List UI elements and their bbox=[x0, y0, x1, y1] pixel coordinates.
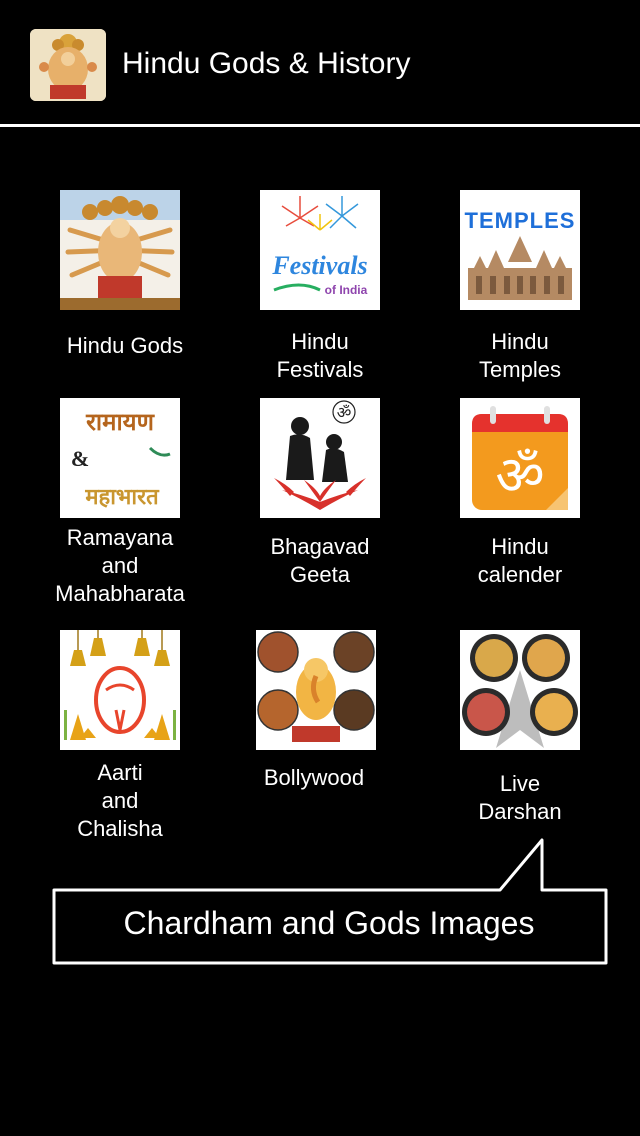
tile-hindu-gods[interactable]: Hindu Gods bbox=[20, 190, 220, 370]
hindu-gods-image bbox=[60, 190, 180, 310]
app-title: Hindu Gods & History bbox=[122, 47, 411, 80]
mahabharat-text: महाभारत bbox=[84, 485, 160, 510]
festivals-of-india-image: Festivals of India bbox=[260, 190, 380, 310]
tile-label: Bollywood bbox=[263, 765, 365, 790]
tile-ramayana-mahabharata[interactable]: रामायण & महाभारत Ramayana and Mahabharat… bbox=[20, 398, 220, 608]
tile-bollywood[interactable]: Bollywood bbox=[214, 630, 414, 810]
app-header: Hindu Gods & History bbox=[0, 0, 640, 126]
calendar-om-text: ॐ bbox=[495, 444, 544, 507]
header-divider bbox=[0, 124, 640, 127]
festivals-sub-text: of India bbox=[325, 283, 368, 297]
tile-bhagavad-geeta[interactable]: ॐ Bhagavad Geeta bbox=[220, 398, 420, 588]
temples-image: TEMPLES bbox=[460, 190, 580, 310]
ramayana-text: रामायण bbox=[85, 408, 156, 436]
tile-label: Hindu calender bbox=[477, 534, 563, 587]
live-darshan-collage-image bbox=[460, 630, 580, 750]
tile-label: Hindu Gods bbox=[66, 333, 184, 358]
app-logo-icon bbox=[30, 29, 106, 101]
tile-label: Aarti and Chalisha bbox=[77, 760, 163, 841]
tile-live-darshan[interactable]: Live Darshan bbox=[420, 630, 620, 824]
bollywood-collage-image bbox=[256, 630, 376, 750]
geeta-om-text: ॐ bbox=[337, 403, 352, 422]
om-calendar-image: ॐ bbox=[460, 398, 580, 518]
ramayana-mahabharata-image: रामायण & महाभारत bbox=[60, 398, 180, 518]
tile-label: Hindu Festivals bbox=[276, 329, 364, 382]
tile-label: Hindu Temples bbox=[479, 329, 561, 382]
tile-label: Live Darshan bbox=[478, 771, 562, 824]
tile-label: Ramayana and Mahabharata bbox=[55, 525, 185, 606]
tile-hindu-temples[interactable]: TEMPLES Hindu Temples bbox=[420, 190, 620, 382]
callout-text: Chardham and Gods Images bbox=[123, 905, 535, 941]
tile-label: Bhagavad Geeta bbox=[270, 534, 370, 587]
ampersand-text: & bbox=[71, 446, 89, 471]
tile-hindu-festivals[interactable]: Festivals of India Hindu Festivals bbox=[220, 190, 420, 382]
aarti-bells-image bbox=[60, 630, 180, 750]
festivals-text: Festivals bbox=[271, 251, 367, 280]
tile-hindu-calender[interactable]: ॐ Hindu calender bbox=[420, 398, 620, 588]
bhagavad-geeta-image: ॐ bbox=[260, 398, 380, 518]
tile-aarti-chalisha[interactable]: Aarti and Chalisha bbox=[20, 630, 220, 841]
temples-text: TEMPLES bbox=[465, 208, 576, 233]
